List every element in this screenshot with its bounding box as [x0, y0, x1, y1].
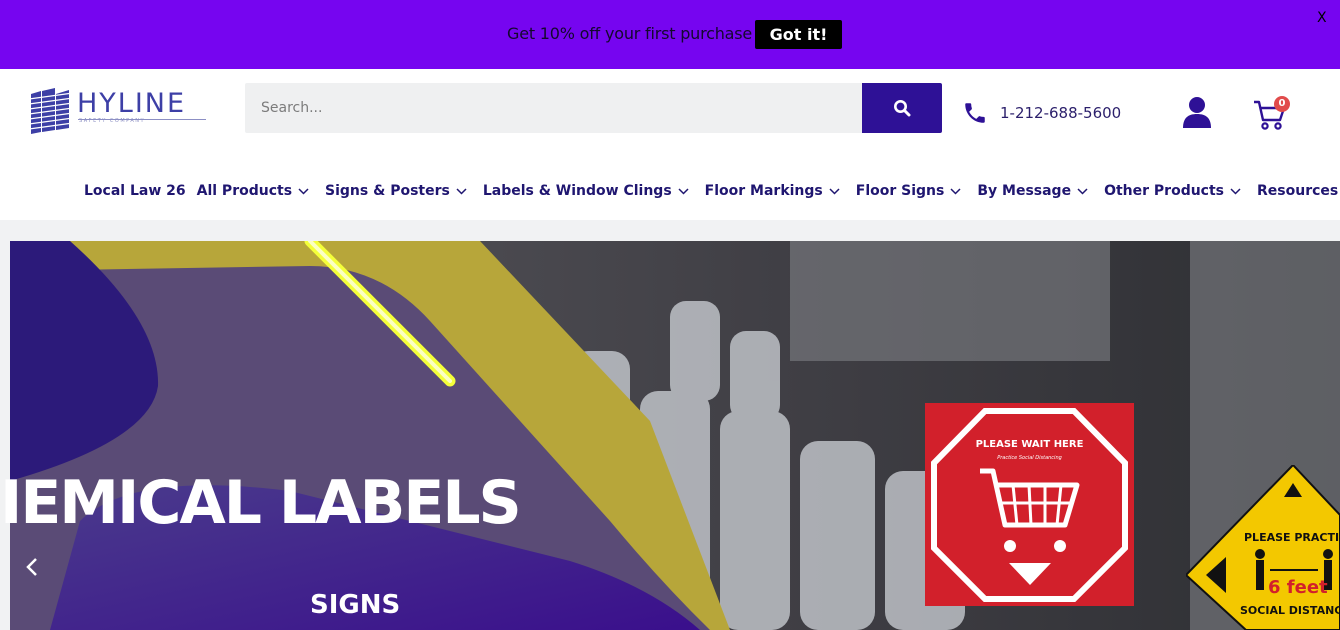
chevron-down-icon: [1077, 187, 1088, 195]
octagon-cart-icon: [931, 408, 1128, 602]
nav-item-label: Floor Markings: [704, 183, 823, 199]
search-input[interactable]: [245, 83, 862, 133]
sign-yellow-top-text: PLEASE PRACTICE: [1244, 531, 1340, 544]
nav-item-label: Labels & Window Clings: [482, 183, 672, 199]
sign-yellow-distance: 6 feet: [1268, 577, 1328, 598]
nav-item-other-products[interactable]: Other Products: [1104, 183, 1241, 199]
nav-item-label: Resources: [1257, 183, 1339, 199]
logo-wordmark: HYLINE: [77, 88, 187, 119]
nav-item-signs-posters[interactable]: Signs & Posters: [325, 183, 467, 199]
nav-item-all-products[interactable]: All Products: [197, 183, 309, 199]
nav-item-label: All Products: [196, 183, 293, 199]
phone-number[interactable]: 1-212-688-5600: [1000, 104, 1121, 122]
cart-count-badge: 0: [1274, 96, 1290, 112]
search-button[interactable]: [862, 83, 942, 133]
logo-tagline: SAFETY COMPANY: [79, 118, 146, 124]
phone-icon: [965, 103, 985, 123]
chevron-down-icon: [678, 187, 689, 195]
sign-red-title: PLEASE WAIT HERE: [975, 439, 1084, 450]
chevron-down-icon: [950, 187, 961, 195]
nav-item-label: Floor Signs: [855, 183, 945, 199]
hero-background-image: [10, 241, 1340, 630]
nav-item-label: Local Law 26: [84, 183, 186, 199]
hero-title: IEMICAL LABELS: [0, 468, 522, 538]
promo-accept-button[interactable]: Got it!: [755, 20, 842, 49]
search-box: [245, 83, 862, 133]
nav-item-label: Signs & Posters: [325, 183, 450, 199]
sign-yellow-bottom-text: SOCIAL DISTANCING: [1240, 604, 1340, 617]
nav-item-labels-window-clings[interactable]: Labels & Window Clings: [483, 183, 689, 199]
hero-slider: [10, 241, 1340, 630]
please-wait-sign-image: PLEASE WAIT HERE Practice Social Distanc…: [925, 403, 1134, 606]
hero-subtitle: SIGNS: [310, 590, 401, 620]
chevron-down-icon: [298, 187, 309, 195]
nav-item-floor-markings[interactable]: Floor Markings: [705, 183, 840, 199]
nav-item-by-message[interactable]: By Message: [977, 183, 1088, 199]
chevron-down-icon: [1230, 187, 1241, 195]
nav-item-label: By Message: [977, 183, 1072, 199]
promo-text: Get 10% off your first purchase: [507, 24, 753, 43]
search-icon: [894, 100, 911, 117]
promo-bar: Get 10% off your first purchase Got it! …: [0, 0, 1340, 69]
building-logo-icon: [28, 88, 74, 134]
carousel-prev-icon[interactable]: [24, 556, 42, 578]
chevron-down-icon: [456, 187, 467, 195]
sign-red-subtitle: Practice Social Distancing: [997, 455, 1062, 461]
main-nav: Local Law 26 All Products Signs & Poster…: [84, 180, 1340, 202]
site-logo[interactable]: HYLINE SAFETY COMPANY: [28, 88, 209, 136]
nav-item-local-law-26[interactable]: Local Law 26: [84, 183, 186, 199]
nav-item-floor-signs[interactable]: Floor Signs: [856, 183, 962, 199]
nav-item-label: Other Products: [1104, 183, 1225, 199]
account-icon[interactable]: [1182, 96, 1212, 128]
promo-close-button[interactable]: X: [1317, 10, 1327, 26]
chevron-down-icon: [829, 187, 840, 195]
nav-item-resources[interactable]: Resources: [1257, 183, 1340, 199]
